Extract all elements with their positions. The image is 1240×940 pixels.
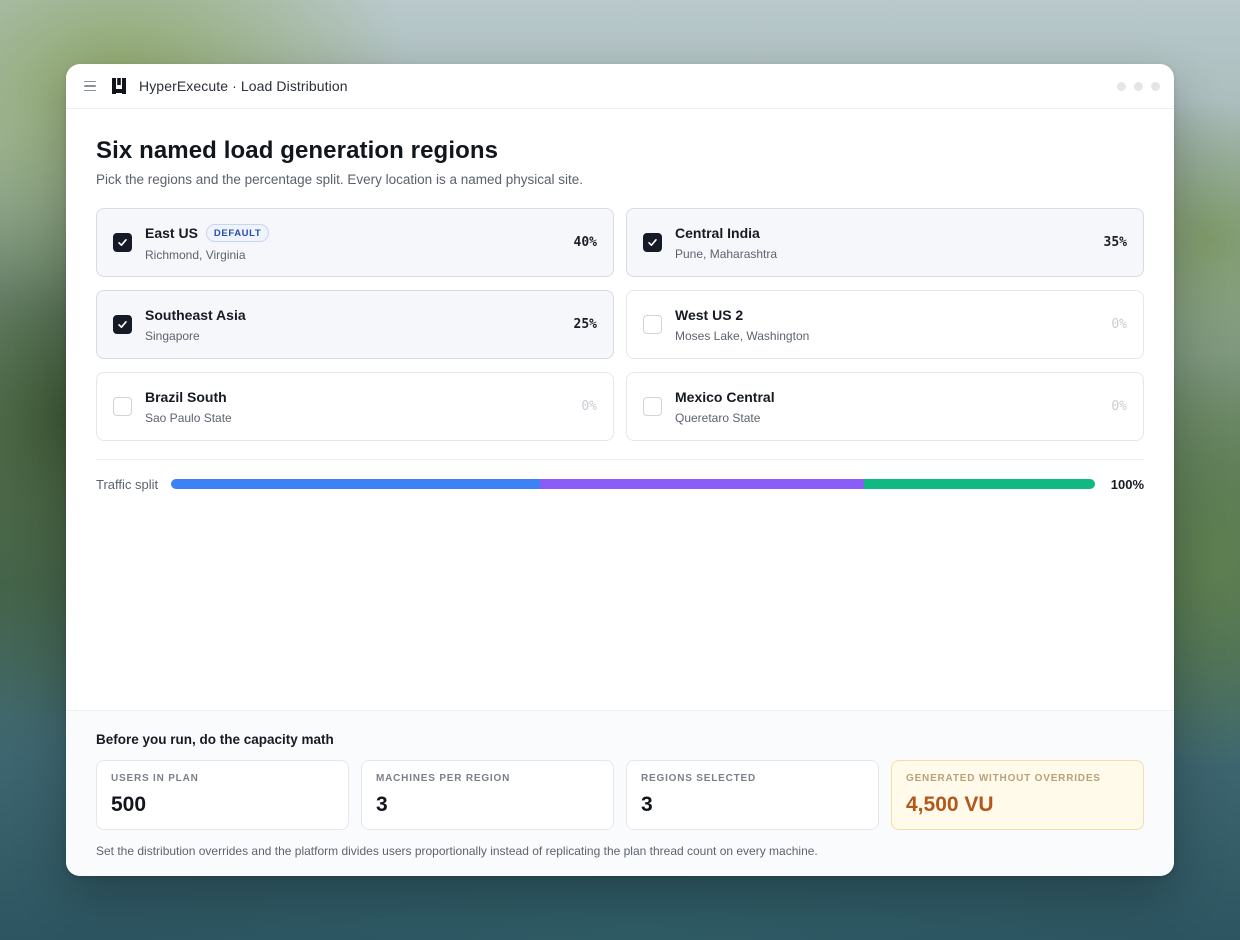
- page-title: Six named load generation regions: [96, 137, 499, 164]
- stat-users-in-plan: USERS IN PLAN 500: [96, 760, 349, 830]
- stat-value: 500: [111, 793, 147, 816]
- stat-machines-per-region: MACHINES PER REGION 3: [361, 760, 614, 830]
- app-window: HyperExecute · Load Distribution Six nam…: [66, 64, 1174, 876]
- window-title: HyperExecute · Load Distribution: [139, 78, 348, 94]
- window-controls: [1117, 82, 1160, 91]
- region-location: Pune, Maharashtra: [675, 246, 778, 261]
- region-location: Singapore: [145, 328, 200, 343]
- section-divider: [96, 459, 1144, 460]
- stat-regions-selected: REGIONS SELECTED 3: [626, 760, 879, 830]
- traffic-split-segment: [170, 479, 541, 489]
- region-name: West US 2: [675, 306, 744, 323]
- region-checkbox[interactable]: [643, 315, 662, 334]
- stat-label: REGIONS SELECTED: [641, 773, 757, 784]
- region-checkbox[interactable]: [113, 233, 132, 252]
- region-card-west-us-2[interactable]: West US 2 Moses Lake, Washington 0%: [626, 290, 1144, 359]
- stat-label: MACHINES PER REGION: [376, 773, 511, 784]
- region-name: Brazil South: [145, 388, 227, 405]
- region-grid: East US DEFAULT Richmond, Virginia 40% C…: [96, 208, 1144, 441]
- traffic-split-row: Traffic split 100%: [96, 476, 1144, 492]
- stat-value: 3: [376, 793, 388, 816]
- capacity-stats: USERS IN PLAN 500 MACHINES PER REGION 3 …: [96, 760, 1144, 830]
- traffic-split-bar: [170, 479, 1095, 489]
- stat-label: GENERATED WITHOUT OVERRIDES: [906, 773, 1101, 784]
- region-name: East US: [145, 224, 198, 241]
- region-card-mexico-central[interactable]: Mexico Central Queretaro State 0%: [626, 372, 1144, 441]
- check-icon: [648, 239, 657, 246]
- region-checkbox[interactable]: [643, 233, 662, 252]
- page-subtitle: Pick the regions and the percentage spli…: [96, 172, 584, 187]
- title-bar: HyperExecute · Load Distribution: [66, 64, 1174, 109]
- capacity-title: Before you run, do the capacity math: [96, 732, 334, 747]
- region-name: Central India: [675, 224, 760, 241]
- hamburger-icon[interactable]: [84, 80, 96, 92]
- region-percent: 35%: [1103, 235, 1127, 250]
- region-checkbox[interactable]: [643, 397, 662, 416]
- region-name: Southeast Asia: [145, 306, 246, 323]
- stat-generated-without-overrides: GENERATED WITHOUT OVERRIDES 4,500 VU: [891, 760, 1144, 830]
- region-location: Moses Lake, Washington: [675, 328, 810, 343]
- traffic-split-total: 100%: [1110, 476, 1144, 492]
- region-percent: 0%: [581, 399, 597, 414]
- region-location: Queretaro State: [675, 410, 761, 425]
- main-content: Six named load generation regions Pick t…: [66, 137, 1174, 492]
- capacity-footnote: Set the distribution overrides and the p…: [96, 844, 818, 858]
- region-checkbox[interactable]: [113, 315, 132, 334]
- traffic-split-label: Traffic split: [96, 476, 159, 492]
- region-percent: 25%: [573, 317, 597, 332]
- traffic-split-segment: [863, 479, 1095, 489]
- region-location: Sao Paulo State: [145, 410, 232, 425]
- region-location: Richmond, Virginia: [145, 247, 246, 262]
- region-checkbox[interactable]: [113, 397, 132, 416]
- window-control-dot[interactable]: [1117, 82, 1126, 91]
- hyperexecute-logo-icon: [110, 77, 128, 95]
- region-card-southeast-asia[interactable]: Southeast Asia Singapore 25%: [96, 290, 614, 359]
- stat-label: USERS IN PLAN: [111, 773, 199, 784]
- window-control-dot[interactable]: [1134, 82, 1143, 91]
- traffic-split-segment: [540, 479, 864, 489]
- region-card-east-us[interactable]: East US DEFAULT Richmond, Virginia 40%: [96, 208, 614, 277]
- region-percent: 0%: [1111, 317, 1127, 332]
- region-name: Mexico Central: [675, 388, 775, 405]
- check-icon: [118, 321, 127, 328]
- region-percent: 0%: [1111, 399, 1127, 414]
- window-control-dot[interactable]: [1151, 82, 1160, 91]
- default-badge: DEFAULT: [205, 223, 270, 242]
- region-card-brazil-south[interactable]: Brazil South Sao Paulo State 0%: [96, 372, 614, 441]
- stat-value: 3: [641, 793, 653, 816]
- check-icon: [118, 239, 127, 246]
- region-card-central-india[interactable]: Central India Pune, Maharashtra 35%: [626, 208, 1144, 277]
- capacity-panel: Before you run, do the capacity math USE…: [66, 710, 1174, 876]
- region-percent: 40%: [573, 235, 597, 250]
- stat-value: 4,500 VU: [906, 793, 994, 816]
